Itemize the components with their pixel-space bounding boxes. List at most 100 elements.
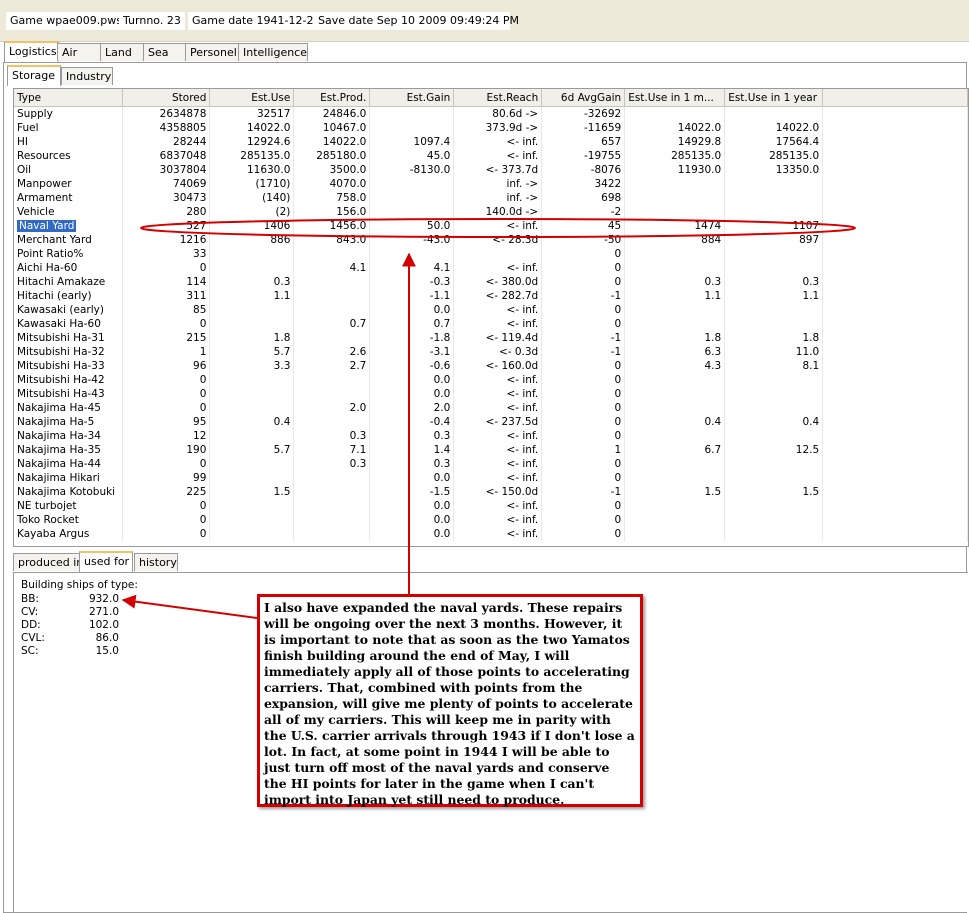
row-value-cell: 4.3 — [624, 359, 726, 373]
row-value-cell: (2) — [209, 205, 295, 219]
table-row[interactable]: Mitsubishi Ha-33 96 3.3 2.7 -0.6 <- 160.0d 0 4.… — [14, 359, 968, 373]
row-value-cell — [724, 401, 824, 415]
row-value-cell: 50.0 — [369, 219, 455, 233]
tab-intelligence[interactable]: Intelligence — [238, 43, 308, 61]
table-row[interactable]: Manpower 74069 (1710) 4070.0 inf. -> 3422 — [14, 177, 968, 191]
table-row[interactable]: Nakajima Ha-35 190 5.7 7.1 1.4 <- inf. 1 6.7 12.… — [14, 443, 968, 457]
row-value-cell: 0 — [541, 401, 626, 415]
column-header-stored[interactable]: Stored — [122, 89, 211, 107]
table-row[interactable]: Fuel 4358805 14022.0 10467.0 373.9d -> -11659… — [14, 121, 968, 135]
row-value-cell: <- inf. — [453, 499, 543, 513]
table-row[interactable]: Supply 2634878 32517 24846.0 80.6d -> -32692 — [14, 106, 968, 121]
row-value-cell: 0 — [122, 513, 211, 527]
row-type-cell: Supply — [14, 106, 124, 121]
row-value-cell: <- inf. — [453, 149, 543, 163]
row-type-label: Kawasaki (early) — [17, 304, 104, 316]
column-header-est-prod[interactable]: Est.Prod. — [293, 89, 371, 107]
column-header-type[interactable]: Type — [14, 89, 124, 107]
row-value-cell: 1 — [122, 345, 211, 359]
row-value-cell: 897 — [724, 233, 824, 247]
table-row[interactable]: Armament 30473 (140) 758.0 inf. -> 698 — [14, 191, 968, 205]
row-value-cell: 2.6 — [293, 345, 371, 359]
tab-personel[interactable]: Personel — [185, 43, 241, 61]
table-row[interactable]: Oil 3037804 11630.0 3500.0 -8130.0 <- 373.7d -… — [14, 163, 968, 177]
table-row[interactable]: Kawasaki (early) 85 0.0 <- inf. 0 — [14, 303, 968, 317]
build-row-dd: DD: 102.0 — [21, 619, 119, 631]
tab-used-for[interactable]: used for — [79, 551, 133, 572]
row-type-cell: Nakajima Ha-5 — [14, 415, 124, 429]
tab-storage[interactable]: Storage — [7, 65, 61, 86]
table-row[interactable]: Aichi Ha-60 0 4.1 4.1 <- inf. 0 — [14, 261, 968, 275]
table-row[interactable]: Nakajima Ha-5 95 0.4 -0.4 <- 237.5d 0 0.4 0.4 — [14, 415, 968, 429]
column-header-use-1-year[interactable]: Est.Use in 1 year — [724, 89, 824, 107]
row-value-cell: 85 — [122, 303, 211, 317]
row-value-cell: 17564.4 — [724, 135, 824, 149]
row-type-label: Oil — [17, 164, 32, 176]
column-header-est-reach[interactable]: Est.Reach — [453, 89, 543, 107]
tab-history[interactable]: history — [134, 553, 178, 571]
table-row[interactable]: Mitsubishi Ha-42 0 0.0 <- inf. 0 — [14, 373, 968, 387]
row-value-cell: 140.0d -> — [453, 205, 543, 219]
tab-logistics[interactable]: Logistics — [4, 41, 59, 62]
table-row[interactable]: Nakajima Ha-45 0 2.0 2.0 <- inf. 0 — [14, 401, 968, 415]
row-value-cell — [724, 387, 824, 401]
table-row[interactable]: Vehicle 280 (2) 156.0 140.0d -> -2 — [14, 205, 968, 219]
table-row[interactable]: Point Ratio% 33 0 — [14, 247, 968, 261]
row-type-cell: Nakajima Kotobuki — [14, 485, 124, 499]
tab-industry[interactable]: Industry — [61, 67, 113, 85]
column-header-avg-gain[interactable]: 6d AvgGain — [541, 89, 626, 107]
row-value-cell: 0 — [122, 387, 211, 401]
ship-type: CVL: — [21, 632, 45, 644]
table-row[interactable]: Nakajima Kotobuki 225 1.5 -1.5 <- 150.0d -1 1.… — [14, 485, 968, 499]
table-row[interactable]: Nakajima Ha-34 12 0.3 0.3 <- inf. 0 — [14, 429, 968, 443]
game-file-label: Game wpae009.pws — [6, 12, 126, 30]
row-value-cell: -1 — [541, 345, 626, 359]
row-value-cell: <- inf. — [453, 317, 543, 331]
row-type-label: HI — [17, 136, 28, 148]
row-value-cell: 843.0 — [293, 233, 371, 247]
row-value-cell — [293, 331, 371, 345]
tab-produced-in[interactable]: produced in — [13, 553, 83, 571]
row-type-label: Manpower — [17, 178, 72, 190]
row-value-cell: <- 150.0d — [453, 485, 543, 499]
row-value-cell: 0 — [541, 429, 626, 443]
column-header-use-1-month[interactable]: Est.Use in 1 m... — [624, 89, 726, 107]
table-row[interactable]: Merchant Yard 1216 886 843.0 -43.0 <- 28.3d -5… — [14, 233, 968, 247]
table-row[interactable]: HI 28244 12924.6 14022.0 1097.4 <- inf. 657 149… — [14, 135, 968, 149]
table-row[interactable]: Mitsubishi Ha-43 0 0.0 <- inf. 0 — [14, 387, 968, 401]
table-row[interactable]: Kawasaki Ha-60 0 0.7 0.7 <- inf. 0 — [14, 317, 968, 331]
row-type-cell: Nakajima Ha-34 — [14, 429, 124, 443]
row-value-cell: -0.6 — [369, 359, 455, 373]
table-row[interactable]: Mitsubishi Ha-31 215 1.8 -1.8 <- 119.4d -1 1.8… — [14, 331, 968, 345]
row-type-cell: Kawasaki (early) — [14, 303, 124, 317]
row-value-cell — [209, 261, 295, 275]
tab-land[interactable]: Land — [100, 43, 146, 61]
row-value-cell: 285135.0 — [624, 149, 726, 163]
row-value-cell — [624, 205, 726, 219]
row-value-cell: 0 — [541, 471, 626, 485]
row-value-cell: 0.4 — [624, 415, 726, 429]
row-value-cell: 1.8 — [724, 331, 824, 345]
row-type-label: NE turbojet — [17, 500, 77, 512]
table-row[interactable]: Hitachi (early) 311 1.1 -1.1 <- 282.7d -1 1.1 1… — [14, 289, 968, 303]
table-header-row: Type Stored Est.Use Est.Prod. Est.Gain E… — [14, 89, 968, 107]
row-filler-cell — [822, 443, 968, 457]
table-row[interactable]: Kayaba Argus 0 0.0 <- inf. 0 — [14, 527, 968, 541]
column-header-est-gain[interactable]: Est.Gain — [369, 89, 455, 107]
row-value-cell: 14022.0 — [724, 121, 824, 135]
table-row[interactable]: Hitachi Amakaze 114 0.3 -0.3 <- 380.0d 0 0.3 0.… — [14, 275, 968, 289]
row-value-cell: <- 28.3d — [453, 233, 543, 247]
table-row[interactable]: Nakajima Hikari 99 0.0 <- inf. 0 — [14, 471, 968, 485]
row-value-cell: inf. -> — [453, 191, 543, 205]
column-header-est-use[interactable]: Est.Use — [209, 89, 295, 107]
table-row[interactable]: NE turbojet 0 0.0 <- inf. 0 — [14, 499, 968, 513]
row-value-cell: <- inf. — [453, 401, 543, 415]
table-row[interactable]: Resources 6837048 285135.0 285180.0 45.0 <- i… — [14, 149, 968, 163]
tab-sea[interactable]: Sea — [143, 43, 189, 61]
table-row[interactable]: Nakajima Ha-44 0 0.3 0.3 <- inf. 0 — [14, 457, 968, 471]
row-type-cell: Hitachi (early) — [14, 289, 124, 303]
table-row[interactable]: Mitsubishi Ha-32 1 5.7 2.6 -3.1 <- 0.3d -1 6.3 1… — [14, 345, 968, 359]
tab-air[interactable]: Air — [57, 43, 103, 61]
table-row[interactable]: Naval Yard 527 1406 1456.0 50.0 <- inf. 45 1474… — [14, 219, 968, 233]
table-row[interactable]: Toko Rocket 0 0.0 <- inf. 0 — [14, 513, 968, 527]
